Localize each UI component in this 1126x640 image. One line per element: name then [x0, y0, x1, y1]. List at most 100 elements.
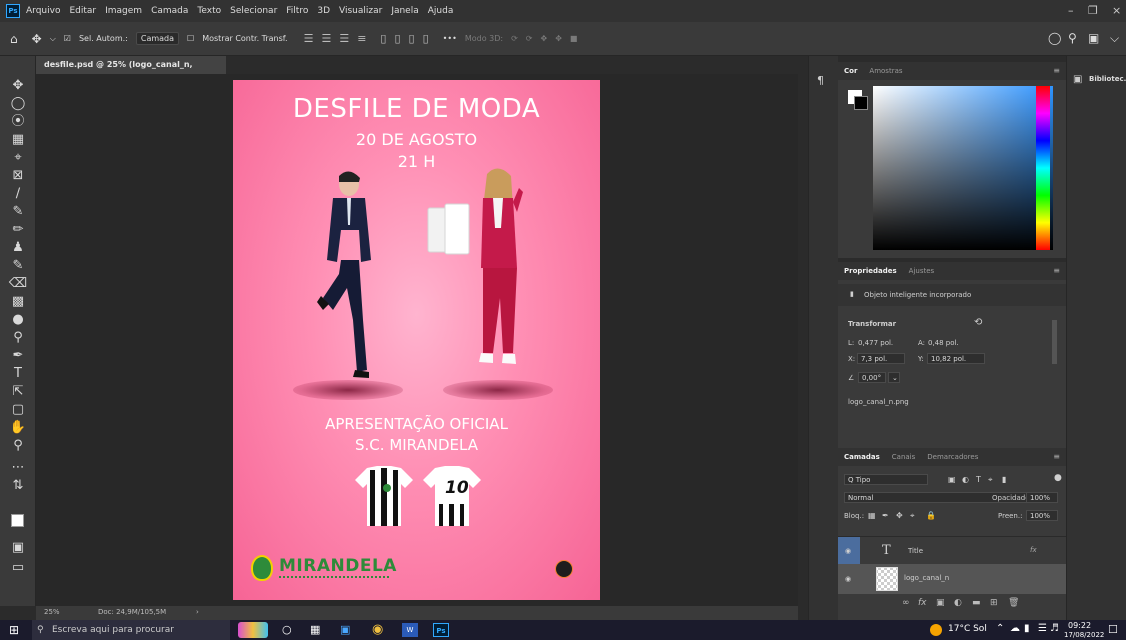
- add-fx-icon[interactable]: fx: [918, 598, 927, 608]
- eyedropper-tool-icon[interactable]: ∕: [8, 186, 28, 202]
- word-icon[interactable]: W: [402, 623, 418, 637]
- document-tab[interactable]: desfile.psd @ 25% (logo_canal_n, RGB/8*)…: [36, 56, 226, 87]
- search-icon[interactable]: ⚲: [1068, 31, 1077, 45]
- minimize-icon[interactable]: –: [1068, 4, 1074, 17]
- close-icon[interactable]: ×: [1112, 4, 1121, 17]
- quick-mask-icon[interactable]: ▣: [8, 540, 28, 556]
- tab-amostras[interactable]: Amostras: [863, 67, 908, 75]
- distribute-horizontal-icon[interactable]: ▯: [423, 32, 429, 45]
- layer-visibility-eye-icon[interactable]: ◉: [845, 547, 851, 555]
- menu-arquivo[interactable]: Arquivo: [26, 6, 60, 16]
- status-menu-arrow-icon[interactable]: ›: [196, 608, 199, 616]
- layer-name-logo[interactable]: logo_canal_n: [904, 574, 949, 582]
- crop-tool-icon[interactable]: ⌖: [8, 150, 28, 166]
- align-left-icon[interactable]: ☰: [304, 32, 314, 45]
- libraries-icon[interactable]: ▣: [1073, 74, 1082, 85]
- filter-type-icon[interactable]: T: [976, 475, 981, 484]
- lasso-tool-icon[interactable]: ⦿: [8, 114, 28, 130]
- menu-ajuda[interactable]: Ajuda: [428, 6, 454, 16]
- lock-artboard-icon[interactable]: ⌖: [910, 511, 915, 521]
- auto-select-dropdown[interactable]: Camada: [135, 32, 180, 45]
- reset-transform-icon[interactable]: ⟲: [974, 317, 982, 328]
- photoshop-taskbar-icon[interactable]: Ps: [433, 623, 449, 637]
- libraries-label[interactable]: Bibliotec.: [1089, 75, 1126, 83]
- angle-field[interactable]: 0,00°: [858, 372, 886, 383]
- search-person-icon[interactable]: ◯: [1048, 31, 1061, 45]
- menu-selecionar[interactable]: Selecionar: [230, 6, 277, 16]
- home-icon[interactable]: ⌂: [10, 32, 18, 46]
- width-value[interactable]: 0,477 pol.: [858, 339, 893, 347]
- properties-scrollbar[interactable]: [1052, 320, 1057, 364]
- filter-shape-icon[interactable]: ⌖: [988, 475, 993, 485]
- filter-adjustment-icon[interactable]: ◐: [962, 475, 969, 484]
- adjustment-layer-icon[interactable]: ◐: [954, 598, 962, 608]
- show-transform-checkbox[interactable]: ☐: [187, 34, 194, 43]
- height-value[interactable]: 0,48 pol.: [928, 339, 959, 347]
- task-view-icon[interactable]: ▦: [310, 623, 320, 636]
- lock-transparent-icon[interactable]: ▦: [868, 511, 876, 520]
- pen-tool-icon[interactable]: ✒: [8, 348, 28, 364]
- layer-row-title[interactable]: ◉ T Title fx: [838, 536, 1066, 565]
- dodge-tool-icon[interactable]: ⚲: [8, 330, 28, 346]
- cortana-icon[interactable]: ○: [282, 623, 292, 636]
- lock-position-icon[interactable]: ✥: [896, 511, 903, 520]
- auto-select-checkbox[interactable]: ☑: [64, 34, 71, 43]
- foreground-color-swatch[interactable]: [11, 514, 24, 527]
- fill-field[interactable]: 100%: [1026, 510, 1058, 521]
- slide-3d-icon[interactable]: ✥: [555, 34, 562, 43]
- share-icon[interactable]: ⌵: [1110, 31, 1119, 46]
- filter-toggle-icon[interactable]: ●: [1054, 473, 1062, 483]
- angle-dropdown-icon[interactable]: ⌄: [888, 372, 900, 383]
- poster-canvas[interactable]: DESFILE DE MODA 20 DE AGOSTO 21 H APRESE…: [233, 80, 600, 600]
- gradient-tool-icon[interactable]: ▩: [8, 294, 28, 310]
- move-tool-icon[interactable]: ✥: [8, 78, 28, 94]
- hue-slider[interactable]: [1036, 86, 1050, 250]
- notifications-icon[interactable]: ☐: [1108, 623, 1118, 636]
- windows-start-icon[interactable]: ⊞: [9, 623, 19, 637]
- tab-camadas[interactable]: Camadas: [838, 453, 886, 461]
- battery-icon[interactable]: ▮: [1024, 623, 1030, 634]
- align-top-icon[interactable]: ≡: [357, 32, 366, 45]
- swap-colors-icon[interactable]: ⇅: [8, 478, 28, 494]
- lock-image-icon[interactable]: ✒: [882, 511, 889, 520]
- roll-3d-icon[interactable]: ⟳: [526, 34, 533, 43]
- scale-3d-icon[interactable]: ■: [570, 34, 578, 43]
- distribute-middle-icon[interactable]: ▯: [394, 32, 400, 45]
- align-center-icon[interactable]: ☰: [321, 32, 331, 45]
- tab-propriedades[interactable]: Propriedades: [838, 267, 903, 275]
- frame-tool-icon[interactable]: ⊠: [8, 168, 28, 184]
- restore-icon[interactable]: ❐: [1088, 4, 1098, 17]
- blur-tool-icon[interactable]: ●: [8, 312, 28, 328]
- layer-name-title[interactable]: Title: [908, 547, 923, 555]
- edit-toolbar-icon[interactable]: ⋯: [8, 460, 28, 476]
- add-mask-icon[interactable]: ▣: [936, 598, 945, 608]
- color-background-swatch[interactable]: [854, 96, 868, 110]
- new-group-icon[interactable]: ▬: [972, 598, 981, 608]
- filter-smart-icon[interactable]: ▮: [1002, 475, 1006, 484]
- menu-filtro[interactable]: Filtro: [286, 6, 308, 16]
- menu-imagem[interactable]: Imagem: [105, 6, 142, 16]
- new-layer-icon[interactable]: ⊞: [990, 598, 998, 608]
- distribute-icon[interactable]: ▯: [380, 32, 386, 45]
- move-tool-icon[interactable]: ✥: [32, 32, 42, 46]
- volume-icon[interactable]: ♬: [1050, 623, 1059, 634]
- align-right-icon[interactable]: ☰: [339, 32, 349, 45]
- link-layers-icon[interactable]: ∞: [902, 598, 910, 608]
- wifi-icon[interactable]: ☰: [1038, 623, 1047, 634]
- taskbar-search-box[interactable]: ⚲ Escreva aqui para procurar: [32, 620, 230, 640]
- brush-tool-icon[interactable]: ✏: [8, 222, 28, 238]
- marquee-tool-icon[interactable]: ◯: [8, 96, 28, 112]
- properties-panel-menu-icon[interactable]: ≡: [1053, 266, 1060, 275]
- tab-ajustes[interactable]: Ajustes: [903, 267, 941, 275]
- eraser-tool-icon[interactable]: ⌫: [8, 276, 28, 292]
- news-widget-icon[interactable]: [238, 622, 268, 638]
- menu-texto[interactable]: Texto: [197, 6, 221, 16]
- x-position-field[interactable]: 7,3 pol.: [857, 353, 905, 364]
- delete-layer-icon[interactable]: 🗑: [1008, 598, 1019, 608]
- y-position-field[interactable]: 10,82 pol.: [927, 353, 985, 364]
- menu-editar[interactable]: Editar: [69, 6, 96, 16]
- tray-arrow-icon[interactable]: ⌃: [996, 623, 1004, 634]
- pan-3d-icon[interactable]: ✥: [541, 34, 548, 43]
- chrome-icon[interactable]: ◉: [372, 622, 383, 637]
- zoom-level[interactable]: 25%: [44, 608, 60, 616]
